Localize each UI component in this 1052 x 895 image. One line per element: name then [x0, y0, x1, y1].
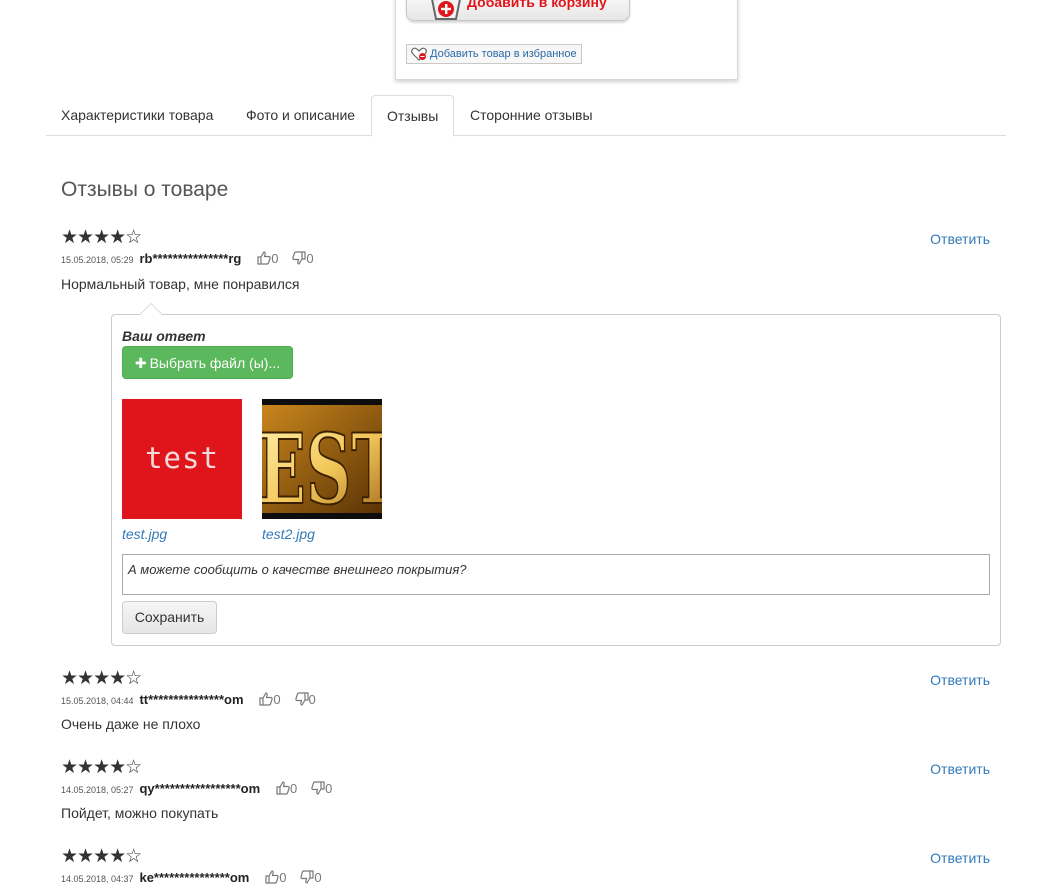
add-to-favorites-button[interactable]: Добавить товар в избранное: [406, 44, 582, 64]
thumbs-up-icon: [259, 692, 274, 706]
dislike-count: 0: [325, 781, 333, 796]
like-button[interactable]: 0: [265, 870, 286, 885]
review-item: ★★★★☆ 14.05.2018, 04:37 ke**************…: [61, 846, 996, 895]
attachment-link[interactable]: test.jpg: [122, 526, 167, 542]
like-button[interactable]: 0: [257, 251, 278, 266]
like-button[interactable]: 0: [259, 692, 281, 707]
thumbs-down-icon: [292, 251, 306, 265]
tab-reviews[interactable]: Отзывы: [371, 95, 455, 137]
like-count: 0: [290, 781, 298, 796]
tab-characteristics[interactable]: Характеристики товара: [46, 95, 228, 135]
basket-add-icon: [431, 0, 461, 20]
review-author: tt***************om: [139, 692, 244, 707]
choose-files-button[interactable]: ✚ Выбрать файл (ы)...: [122, 346, 293, 379]
thumbs-down-icon: [311, 781, 325, 795]
dislike-button[interactable]: 0: [311, 781, 332, 796]
review-author: rb***************rg: [139, 251, 242, 266]
reply-text: А можете сообщить о качестве внешнего по…: [128, 562, 467, 577]
add-to-cart-button[interactable]: Добавить в корзину: [406, 0, 630, 21]
tab-external-reviews[interactable]: Сторонние отзывы: [455, 95, 608, 135]
review-meta: 15.05.2018, 05:29 rb***************rg 0 …: [61, 250, 314, 266]
dislike-button[interactable]: 0: [292, 251, 314, 266]
reply-textarea[interactable]: А можете сообщить о качестве внешнего по…: [122, 554, 990, 595]
dislike-button[interactable]: 0: [294, 692, 316, 707]
thumbnail-text: EST: [262, 413, 382, 519]
review-text: Нормальный товар, мне понравился: [61, 276, 300, 292]
thumbs-up-icon: [276, 781, 290, 795]
like-count: 0: [273, 692, 281, 707]
attachment-thumbnail[interactable]: EST: [262, 399, 382, 519]
thumbs-down-icon: [300, 870, 314, 884]
attachment-thumbnail[interactable]: test: [122, 399, 242, 519]
attachment-link[interactable]: test2.jpg: [262, 526, 315, 542]
reply-form: Ваш ответ ✚Выбрать файл (ы)... test EST: [111, 303, 1001, 646]
add-to-favorites-label: Добавить товар в избранное: [430, 48, 577, 60]
product-tabs: Характеристики товара Фото и описание От…: [46, 95, 1006, 137]
thumbs-down-icon: [294, 692, 309, 706]
review-author: ke***************om: [139, 870, 250, 885]
review-meta: 15.05.2018, 04:44 tt***************om 0 …: [61, 691, 316, 707]
review-date: 15.05.2018, 04:44: [61, 696, 134, 706]
rating-stars: ★★★★☆: [61, 668, 142, 689]
review-date: 14.05.2018, 04:37: [61, 874, 134, 884]
thumbnail-text: test: [145, 441, 219, 475]
reply-link[interactable]: Ответить: [930, 761, 990, 777]
thumbs-up-icon: [257, 251, 271, 265]
reply-link[interactable]: Ответить: [930, 850, 990, 866]
thumbs-up-icon: [265, 870, 279, 884]
tab-photo-description[interactable]: Фото и описание: [231, 95, 370, 135]
save-button[interactable]: Сохранить: [122, 601, 217, 634]
heart-add-icon: [411, 47, 427, 61]
review-item: ★★★★☆ 14.05.2018, 05:27 qy**************…: [61, 757, 996, 829]
add-to-cart-label: Добавить в корзину: [467, 0, 607, 10]
review-item: ★★★★☆ 15.05.2018, 04:44 tt**************…: [61, 668, 996, 740]
product-buy-box: Добавить в корзину Добавить товар в избр…: [395, 0, 738, 80]
review-date: 14.05.2018, 05:27: [61, 785, 134, 795]
dislike-count: 0: [314, 870, 322, 885]
review-text: Очень даже не плохо: [61, 716, 201, 732]
like-button[interactable]: 0: [276, 781, 297, 796]
dislike-count: 0: [308, 692, 316, 707]
reply-heading: Ваш ответ: [122, 328, 206, 344]
dislike-button[interactable]: 0: [300, 870, 322, 885]
review-meta: 14.05.2018, 05:27 qy*****************om …: [61, 780, 332, 796]
review-text: Пойдет, можно покупать: [61, 805, 219, 821]
rating-stars: ★★★★☆: [61, 757, 142, 778]
review-author: qy*****************om: [139, 781, 261, 796]
review-item: ★★★★☆ 15.05.2018, 05:29 rb**************…: [61, 227, 996, 299]
reply-link[interactable]: Ответить: [930, 672, 990, 688]
rating-stars: ★★★★☆: [61, 227, 142, 248]
like-count: 0: [271, 251, 279, 266]
panel-caret-inner: [140, 304, 162, 315]
review-date: 15.05.2018, 05:29: [61, 255, 134, 265]
dislike-count: 0: [306, 251, 314, 266]
choose-files-label: Выбрать файл (ы)...: [149, 355, 281, 371]
rating-stars: ★★★★☆: [61, 846, 142, 867]
plus-icon: ✚: [134, 355, 147, 371]
like-count: 0: [279, 870, 287, 885]
review-meta: 14.05.2018, 04:37 ke***************om 0 …: [61, 869, 322, 885]
test-image-icon: EST: [262, 399, 382, 519]
reply-link[interactable]: Ответить: [930, 231, 990, 247]
reviews-heading: Отзывы о товаре: [61, 178, 229, 201]
